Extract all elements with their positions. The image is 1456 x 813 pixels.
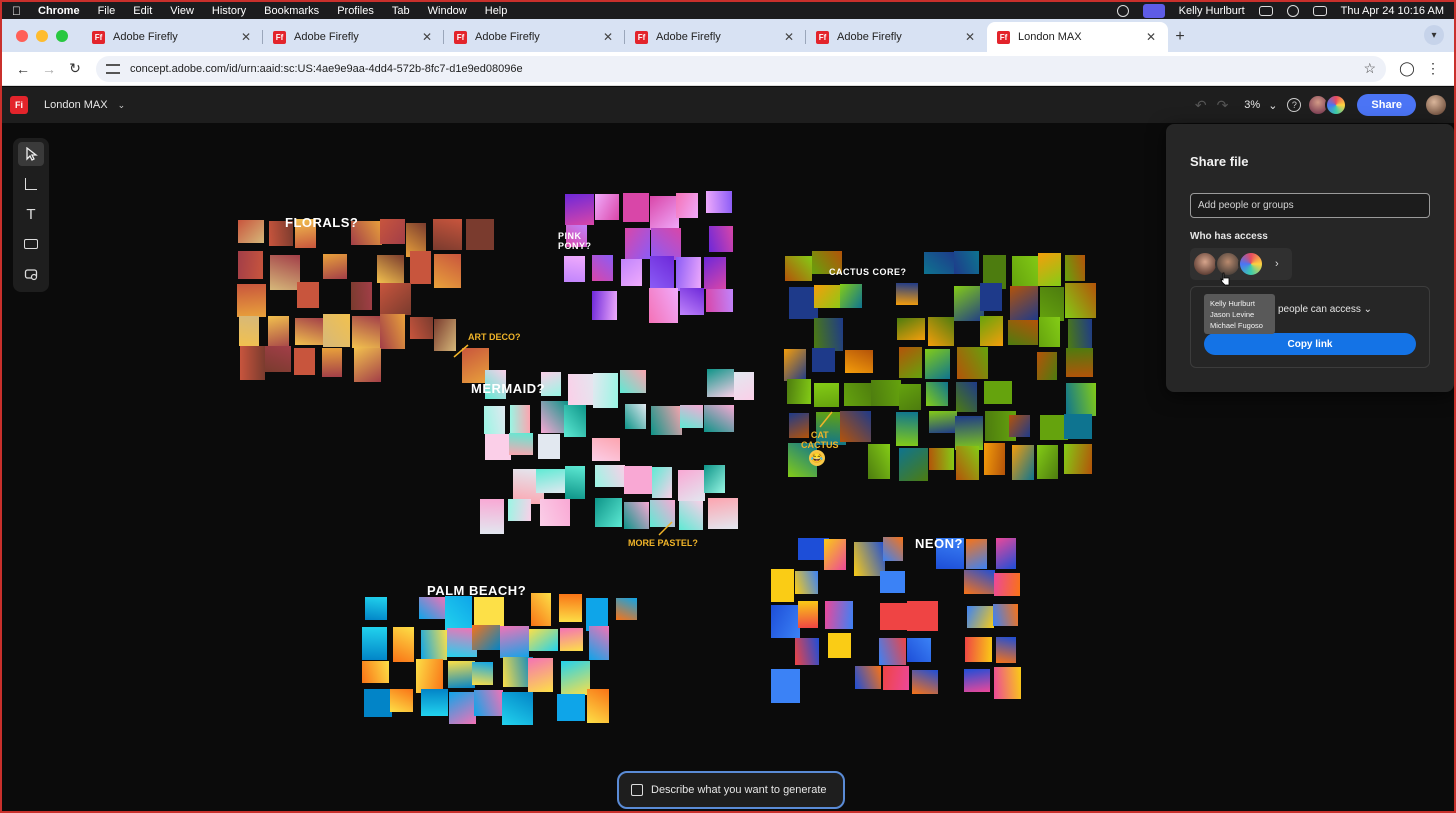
help-icon[interactable]: ? [1287,98,1302,112]
tooltip-name: Kelly Hurlburt [1210,299,1256,308]
window-controls [2,19,82,52]
link-access-dropdown[interactable]: people can access ⌄ [1278,304,1372,315]
cc-icon[interactable] [1116,4,1129,17]
browser-tab[interactable]: Ff Adobe Firefly ✕ [263,22,444,52]
menu-help[interactable]: Help [485,5,508,17]
avatar [1325,94,1348,116]
browser-tab[interactable]: Ff Adobe Firefly ✕ [444,22,625,52]
add-people-input[interactable]: Add people or groups [1190,193,1430,218]
tab-label: Adobe Firefly [837,31,902,43]
screen:  Chrome File Edit View History Bookmark… [0,0,1456,813]
tab-label: Adobe Firefly [656,31,721,43]
menu-view[interactable]: View [170,5,194,17]
menubar-status: Kelly Hurlburt Thu Apr 24 10:16 AM [1116,2,1444,19]
mac-menubar:  Chrome File Edit View History Bookmark… [2,2,1454,19]
firefly-favicon-icon: Ff [92,30,105,44]
zoom-window-button[interactable] [56,29,68,42]
address-bar: ← → ↻ concept.adobe.com/id/urn:aaid:sc:U… [2,52,1454,86]
who-has-access-label: Who has access [1190,231,1268,242]
more-menu-icon[interactable]: ⋮ [1420,56,1446,82]
firefly-favicon-icon: Ff [273,30,286,44]
app-header: Fi London MAX ⌄ ↶ ↷ 3% ⌄ ? Share [2,87,1454,123]
share-file-panel: Share file Add people or groups Who has … [1166,124,1454,392]
new-tab-button[interactable]: + [1168,22,1192,52]
menu-window[interactable]: Window [428,5,467,17]
generate-prompt-bar[interactable]: Describe what you want to generate [617,771,845,809]
chevron-down-icon: ⌄ [1363,304,1373,315]
close-tab-icon[interactable]: ✕ [601,30,615,44]
menu-history[interactable]: History [212,5,246,17]
menubar-user[interactable]: Kelly Hurlburt [1179,5,1245,17]
tab-label: Adobe Firefly [475,31,540,43]
url-omnibox[interactable]: concept.adobe.com/id/urn:aaid:sc:US:4ae9… [96,55,1386,82]
browser-tab[interactable]: Ff Adobe Firefly ✕ [806,22,987,52]
generate-placeholder: Describe what you want to generate [651,784,827,796]
tab-label: London MAX [1018,31,1082,43]
forward-button[interactable]: → [36,56,62,82]
close-window-button[interactable] [16,29,28,42]
close-tab-icon[interactable]: ✕ [420,30,434,44]
menu-profiles[interactable]: Profiles [337,5,374,17]
share-button[interactable]: Share [1357,94,1416,116]
close-tab-icon[interactable]: ✕ [1144,30,1158,44]
screen-share-icon[interactable] [1142,3,1165,18]
tooltip-name: Jason Levine [1210,310,1255,319]
site-info-icon[interactable] [106,63,120,74]
close-tab-icon[interactable]: ✕ [239,30,253,44]
moodboard-canvas[interactable]: T FLORALS? PINK PONY? CACTUS CORE? MERMA… [2,123,1454,811]
zoom-level: 3% [1244,99,1261,111]
access-text: people can access [1278,304,1361,315]
spotlight-icon[interactable] [1286,4,1299,17]
browser-tab[interactable]: Ff Adobe Firefly ✕ [625,22,806,52]
firefly-favicon-icon: Ff [816,30,829,44]
chevron-down-icon: ⌄ [1268,99,1278,112]
document-title[interactable]: London MAX [44,99,108,111]
avatar [1238,251,1264,277]
tab-label: Adobe Firefly [294,31,359,43]
menu-file[interactable]: File [98,5,116,17]
firefly-logo-icon[interactable]: Fi [10,96,28,114]
menubar-clock[interactable]: Thu Apr 24 10:16 AM [1341,5,1444,17]
minimize-window-button[interactable] [36,29,48,42]
tab-label: Adobe Firefly [113,31,178,43]
chevron-right-icon[interactable]: › [1275,258,1279,270]
tab-search-icon[interactable]: ▾ [1424,25,1444,45]
chevron-down-icon[interactable]: ⌄ [118,100,126,111]
header-actions: ↶ ↷ 3% ⌄ ? Share [1195,87,1446,123]
reload-button[interactable]: ↻ [62,56,88,82]
browser-tab[interactable]: Ff Adobe Firefly ✕ [82,22,263,52]
profile-icon[interactable]: ◯ [1394,56,1420,82]
user-avatar[interactable] [1426,95,1446,115]
collaborator-avatars[interactable] [1307,94,1348,116]
firefly-favicon-icon: Ff [997,30,1010,44]
people-tooltip: Kelly Hurlburt Jason Levine Michael Fugo… [1204,294,1275,334]
firefly-favicon-icon: Ff [454,30,467,44]
control-center-icon[interactable] [1312,5,1327,16]
tooltip-name: Michael Fugoso [1210,321,1263,330]
close-tab-icon[interactable]: ✕ [963,30,977,44]
close-tab-icon[interactable]: ✕ [782,30,796,44]
url-text[interactable]: concept.adobe.com/id/urn:aaid:sc:US:4ae9… [130,63,1363,75]
bookmark-star-icon[interactable]: ☆ [1363,60,1376,77]
menu-bookmarks[interactable]: Bookmarks [264,5,319,17]
zoom-control[interactable]: 3% ⌄ [1244,99,1277,112]
share-panel-title: Share file [1190,154,1249,169]
undo-icon[interactable]: ↶ [1195,97,1207,114]
hand-cursor-icon [1220,272,1230,286]
menu-tab[interactable]: Tab [392,5,410,17]
redo-icon[interactable]: ↷ [1217,97,1229,114]
menu-edit[interactable]: Edit [133,5,152,17]
browser-tab-strip: Ff Adobe Firefly ✕ Ff Adobe Firefly ✕ Ff… [2,19,1454,52]
access-people-list[interactable]: › [1190,248,1292,280]
generate-icon [631,784,643,796]
menu-chrome[interactable]: Chrome [38,5,80,17]
browser-tab-active[interactable]: Ff London MAX ✕ [987,22,1168,52]
apple-icon[interactable]:  [12,5,24,17]
battery-icon[interactable] [1258,5,1273,16]
copy-link-button[interactable]: Copy link [1204,333,1416,355]
back-button[interactable]: ← [10,56,36,82]
firefly-favicon-icon: Ff [635,30,648,44]
